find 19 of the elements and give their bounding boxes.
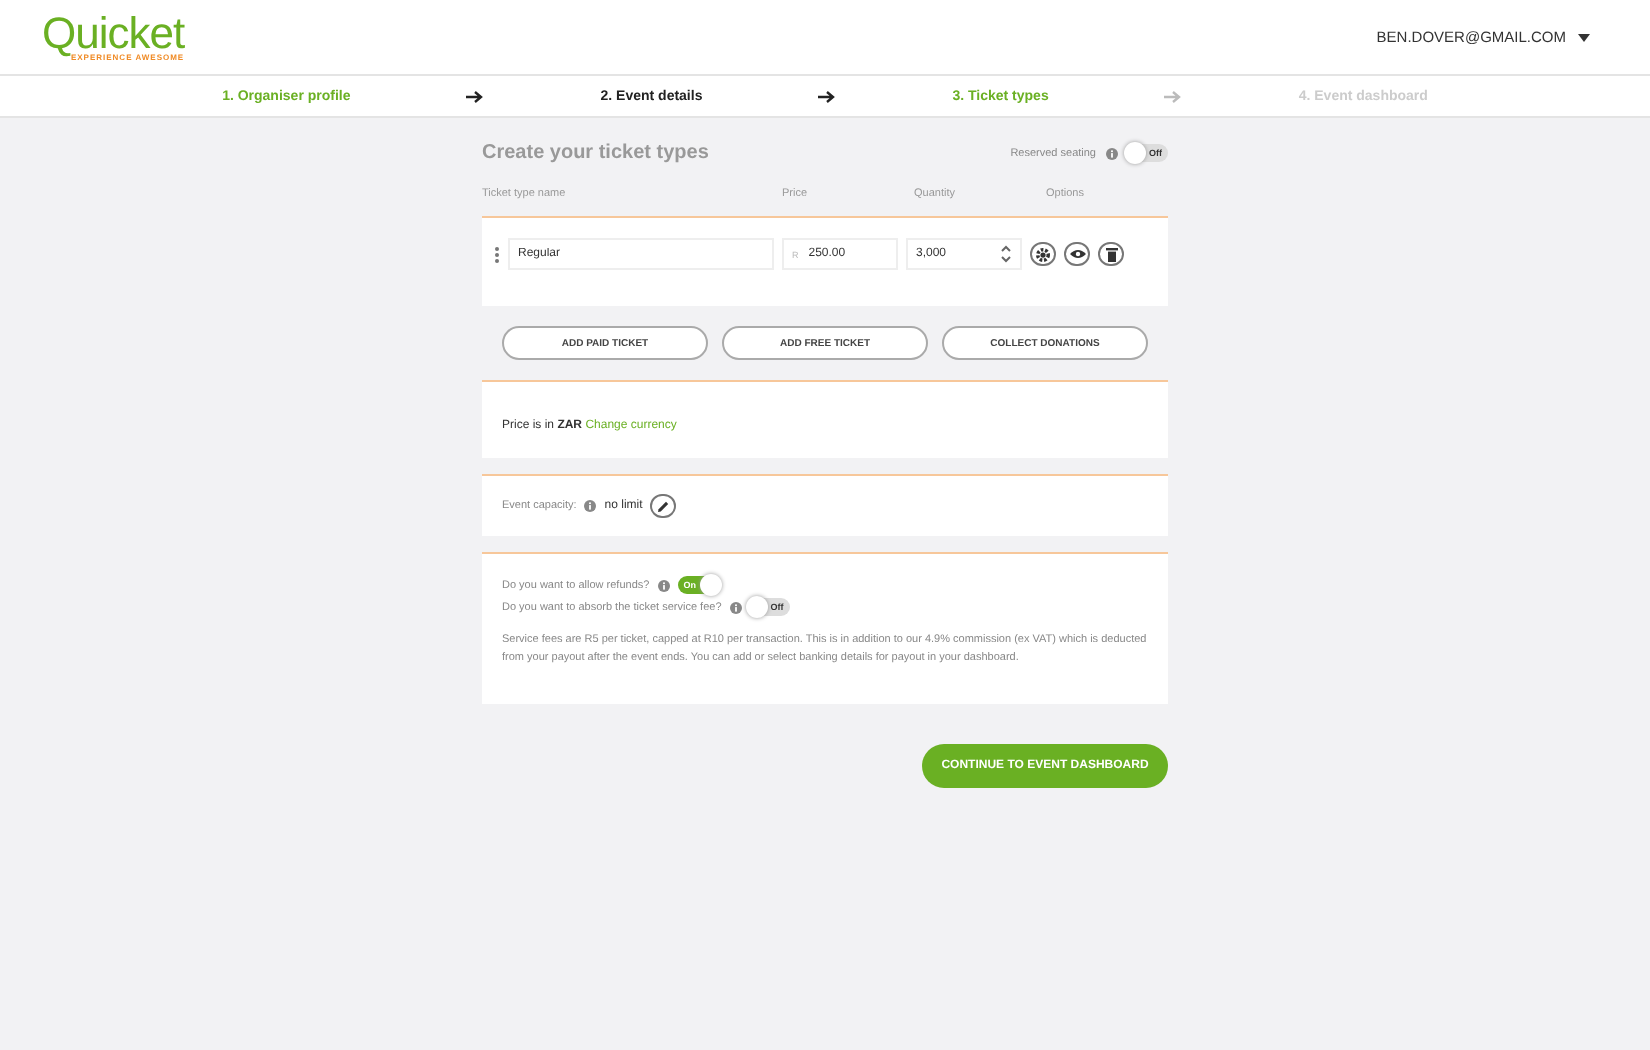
preview-button[interactable] bbox=[1064, 242, 1090, 266]
info-icon bbox=[1106, 147, 1118, 159]
arrow-icon bbox=[466, 89, 485, 103]
pencil-icon bbox=[656, 499, 671, 513]
caret-icon bbox=[1578, 33, 1590, 41]
page-title: Create your ticket types bbox=[482, 142, 709, 164]
info-icon bbox=[657, 579, 670, 591]
arrow-icon bbox=[1164, 89, 1183, 103]
settings-button[interactable] bbox=[1030, 242, 1056, 266]
trash-icon bbox=[1105, 247, 1117, 261]
info-icon bbox=[584, 500, 597, 512]
edit-button[interactable] bbox=[650, 494, 677, 518]
gear-icon bbox=[1036, 247, 1050, 261]
eye-icon bbox=[1069, 248, 1085, 260]
info-icon bbox=[729, 601, 742, 613]
delete-button[interactable] bbox=[1098, 242, 1124, 266]
stepper-icon[interactable] bbox=[1000, 244, 1012, 264]
drag-handle-icon[interactable] bbox=[494, 245, 500, 263]
arrow-icon bbox=[818, 89, 837, 103]
